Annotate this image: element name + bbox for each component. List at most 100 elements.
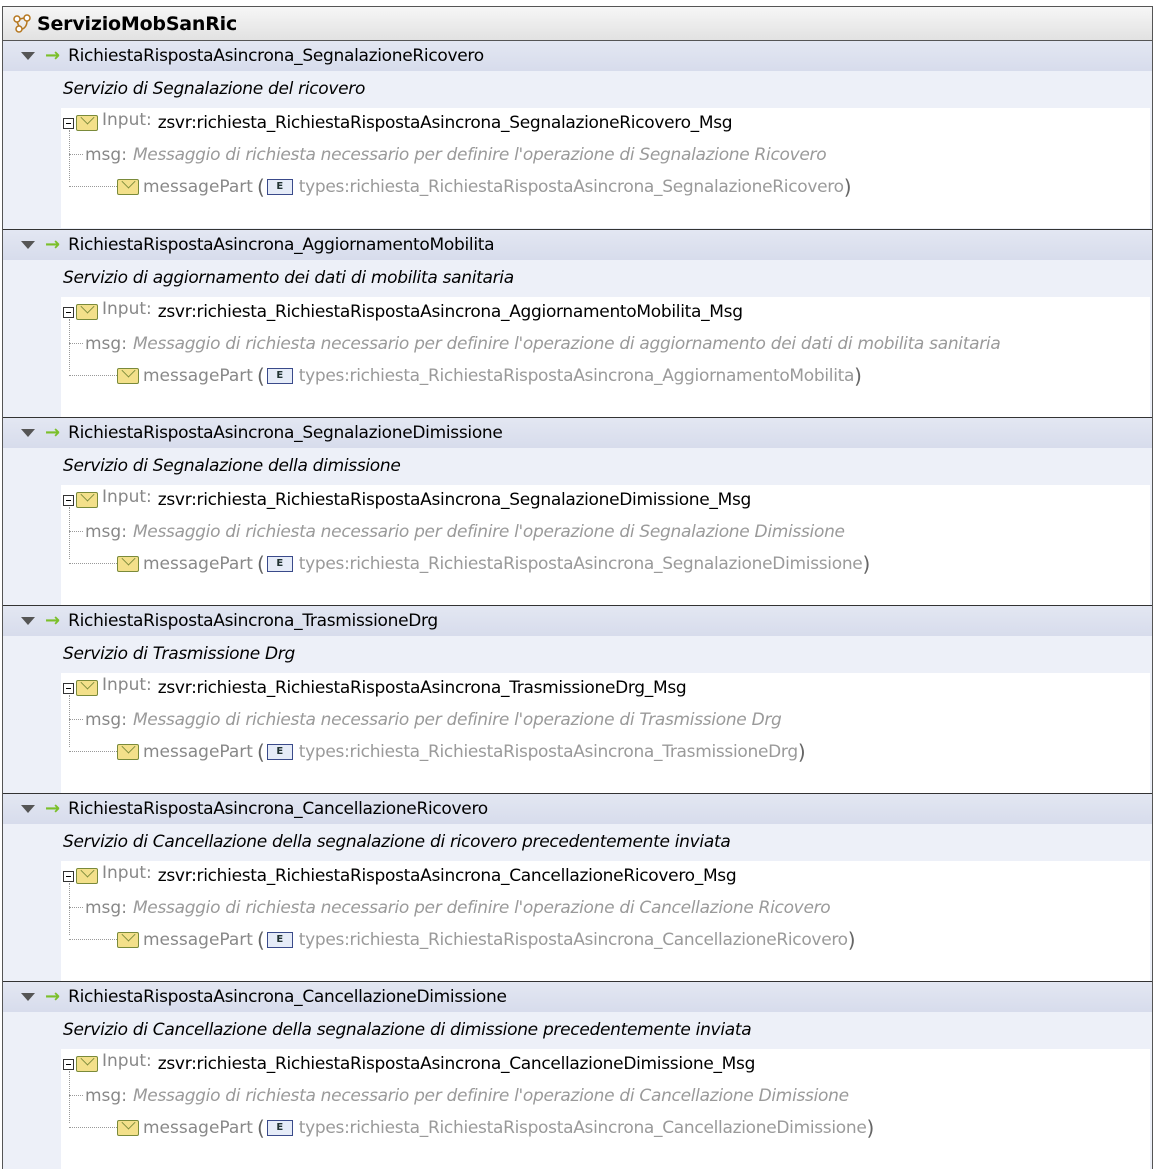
collapse-minus-icon[interactable] [63,1058,74,1070]
message-part-label: messagePart [143,177,253,197]
message-envelope-icon [76,1056,98,1072]
input-message-name[interactable]: zsvr:richiesta_RichiestaRispostaAsincron… [158,490,752,510]
input-label: Input: [102,299,152,319]
element-badge-icon: E [266,932,293,948]
open-paren: ( [256,175,265,199]
collapse-triangle-icon[interactable] [21,993,35,1001]
message-envelope-icon [76,304,98,320]
collapse-triangle-icon[interactable] [21,52,35,60]
operation-name: RichiestaRispostaAsincrona_SegnalazioneD… [68,423,503,443]
message-tree: Input: zsvr:richiesta_RichiestaRispostaA… [61,297,1150,417]
operation-arrow-icon: → [45,422,61,443]
input-row: Input: zsvr:richiesta_RichiestaRispostaA… [61,297,1150,327]
input-message-name[interactable]: zsvr:richiesta_RichiestaRispostaAsincron… [158,1054,756,1074]
input-row: Input: zsvr:richiesta_RichiestaRispostaA… [61,1049,1150,1079]
msg-label: msg: [85,145,127,165]
message-part-envelope-icon [117,556,139,572]
service-network-icon [13,13,31,33]
msg-doc-row: msg: Messaggio di richiesta necessario p… [61,893,1150,923]
message-part-label: messagePart [143,742,253,762]
operation-name: RichiestaRispostaAsincrona_SegnalazioneR… [68,46,484,66]
operations-list: → RichiestaRispostaAsincrona_Segnalazion… [3,41,1152,1169]
operation-description: Servizio di aggiornamento dei dati di mo… [63,268,514,288]
operation-header[interactable]: → RichiestaRispostaAsincrona_Trasmission… [3,606,1152,636]
close-paren: ) [862,552,871,576]
collapse-triangle-icon[interactable] [21,617,35,625]
message-part-type[interactable]: types:richiesta_RichiestaRispostaAsincro… [299,554,863,574]
open-paren: ( [256,364,265,388]
input-label: Input: [102,675,152,695]
message-part-envelope-icon [117,932,139,948]
operation-name: RichiestaRispostaAsincrona_Cancellazione… [68,799,488,819]
open-paren: ( [256,1116,265,1140]
message-tree: Input: zsvr:richiesta_RichiestaRispostaA… [61,485,1150,605]
close-paren: ) [797,740,806,764]
collapse-triangle-icon[interactable] [21,805,35,813]
message-part-row: messagePart ( E types:richiesta_Richiest… [61,549,1150,579]
message-part-type[interactable]: types:richiesta_RichiestaRispostaAsincro… [299,1118,867,1138]
close-paren: ) [866,1116,875,1140]
msg-label: msg: [85,710,127,730]
collapse-minus-icon[interactable] [63,306,74,318]
message-part-row: messagePart ( E types:richiesta_Richiest… [61,1113,1150,1143]
collapse-triangle-icon[interactable] [21,429,35,437]
input-message-name[interactable]: zsvr:richiesta_RichiestaRispostaAsincron… [158,113,733,133]
operation-section: → RichiestaRispostaAsincrona_Segnalazion… [3,417,1152,605]
message-part-envelope-icon [117,1120,139,1136]
operation-section: → RichiestaRispostaAsincrona_Cancellazio… [3,981,1152,1169]
operation-header[interactable]: → RichiestaRispostaAsincrona_Cancellazio… [3,982,1152,1012]
msg-label: msg: [85,1086,127,1106]
message-tree: Input: zsvr:richiesta_RichiestaRispostaA… [61,108,1150,228]
close-paren: ) [847,928,856,952]
message-tree: Input: zsvr:richiesta_RichiestaRispostaA… [61,861,1150,981]
message-part-row: messagePart ( E types:richiesta_Richiest… [61,925,1150,955]
input-row: Input: zsvr:richiesta_RichiestaRispostaA… [61,861,1150,891]
collapse-minus-icon[interactable] [63,117,74,129]
message-part-envelope-icon [117,744,139,760]
input-row: Input: zsvr:richiesta_RichiestaRispostaA… [61,673,1150,703]
msg-doc-row: msg: Messaggio di richiesta necessario p… [61,517,1150,547]
operation-header[interactable]: → RichiestaRispostaAsincrona_Cancellazio… [3,794,1152,824]
collapse-triangle-icon[interactable] [21,241,35,249]
input-label: Input: [102,110,152,130]
collapse-minus-icon[interactable] [63,494,74,506]
msg-doc-row: msg: Messaggio di richiesta necessario p… [61,1081,1150,1111]
msg-label: msg: [85,522,127,542]
input-label: Input: [102,863,152,883]
operation-arrow-icon: → [45,45,61,66]
msg-documentation: Messaggio di richiesta necessario per de… [132,898,831,918]
operation-name: RichiestaRispostaAsincrona_Cancellazione… [68,987,507,1007]
input-message-name[interactable]: zsvr:richiesta_RichiestaRispostaAsincron… [158,302,743,322]
operation-description: Servizio di Trasmissione Drg [63,644,295,664]
operation-header[interactable]: → RichiestaRispostaAsincrona_Aggiornamen… [3,230,1152,260]
message-part-type[interactable]: types:richiesta_RichiestaRispostaAsincro… [299,177,844,197]
operation-arrow-icon: → [45,610,61,631]
msg-documentation: Messaggio di richiesta necessario per de… [132,710,782,730]
collapse-minus-icon[interactable] [63,682,74,694]
operation-section: → RichiestaRispostaAsincrona_Cancellazio… [3,793,1152,981]
element-badge-icon: E [266,368,293,384]
operation-header[interactable]: → RichiestaRispostaAsincrona_Segnalazion… [3,41,1152,71]
open-paren: ( [256,928,265,952]
operation-section: → RichiestaRispostaAsincrona_Segnalazion… [3,41,1152,229]
message-part-label: messagePart [143,1118,253,1138]
msg-documentation: Messaggio di richiesta necessario per de… [132,522,845,542]
input-message-name[interactable]: zsvr:richiesta_RichiestaRispostaAsincron… [158,866,737,886]
msg-doc-row: msg: Messaggio di richiesta necessario p… [61,705,1150,735]
collapse-minus-icon[interactable] [63,870,74,882]
operation-arrow-icon: → [45,234,61,255]
input-row: Input: zsvr:richiesta_RichiestaRispostaA… [61,108,1150,138]
message-part-label: messagePart [143,366,253,386]
message-envelope-icon [76,115,98,131]
message-part-row: messagePart ( E types:richiesta_Richiest… [61,737,1150,767]
open-paren: ( [256,552,265,576]
message-part-type[interactable]: types:richiesta_RichiestaRispostaAsincro… [299,366,855,386]
message-part-type[interactable]: types:richiesta_RichiestaRispostaAsincro… [299,742,798,762]
service-header: ServizioMobSanRic [3,7,1152,41]
message-part-type[interactable]: types:richiesta_RichiestaRispostaAsincro… [299,930,848,950]
input-message-name[interactable]: zsvr:richiesta_RichiestaRispostaAsincron… [158,678,687,698]
operation-arrow-icon: → [45,986,61,1007]
msg-doc-row: msg: Messaggio di richiesta necessario p… [61,140,1150,170]
operation-header[interactable]: → RichiestaRispostaAsincrona_Segnalazion… [3,418,1152,448]
msg-label: msg: [85,334,127,354]
